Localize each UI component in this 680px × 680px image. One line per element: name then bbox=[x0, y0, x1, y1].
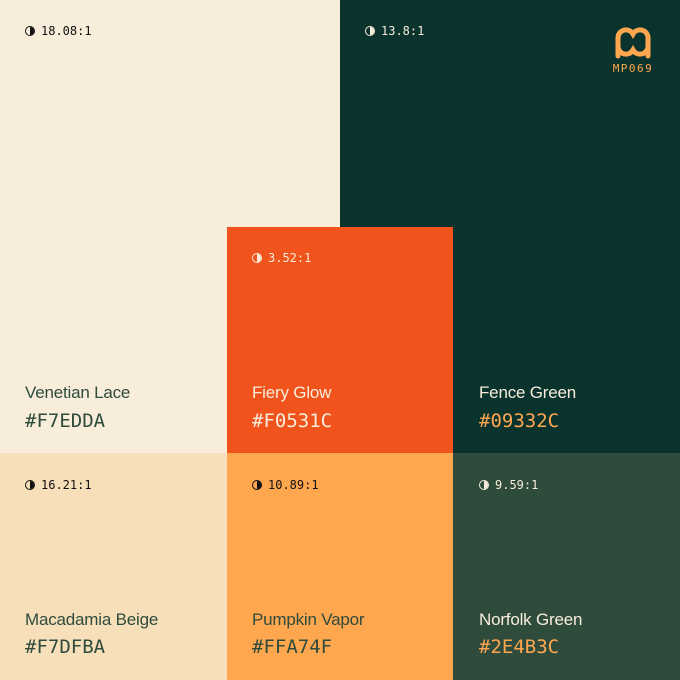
contrast-icon bbox=[252, 480, 262, 490]
contrast-icon bbox=[25, 480, 35, 490]
brand-logo: MP069 bbox=[610, 24, 656, 75]
contrast-ratio-macadamia-beige: 16.21:1 bbox=[25, 478, 92, 492]
contrast-ratio-fence-green: 13.8:1 bbox=[365, 24, 424, 38]
contrast-ratio-value: 13.8:1 bbox=[381, 24, 425, 38]
swatch-name-pumpkin-vapor: Pumpkin Vapor bbox=[252, 610, 365, 629]
swatch-name-fiery-glow: Fiery Glow bbox=[252, 383, 332, 402]
swatch-hex-fence-green: #09332C bbox=[479, 410, 560, 432]
swatch-hex-pumpkin-vapor: #FFA74F bbox=[252, 636, 333, 658]
contrast-ratio-norfolk-green: 9.59:1 bbox=[479, 478, 538, 492]
contrast-icon bbox=[252, 253, 262, 263]
contrast-ratio-value: 9.59:1 bbox=[495, 478, 539, 492]
contrast-ratio-fiery-glow: 3.52:1 bbox=[252, 251, 311, 265]
swatch-name-venetian-lace: Venetian Lace bbox=[25, 383, 131, 402]
swatch-name-macadamia-beige: Macadamia Beige bbox=[25, 610, 159, 629]
mp-logo-icon bbox=[615, 27, 651, 59]
swatch-name-fence-green: Fence Green bbox=[479, 383, 577, 402]
swatch-hex-venetian-lace: #F7EDDA bbox=[25, 410, 106, 432]
contrast-ratio-value: 18.08:1 bbox=[41, 24, 92, 38]
swatch-hex-fiery-glow: #F0531C bbox=[252, 410, 333, 432]
contrast-icon bbox=[25, 26, 35, 36]
logo-text: MP069 bbox=[612, 62, 654, 75]
contrast-ratio-value: 3.52:1 bbox=[268, 251, 312, 265]
swatch-name-norfolk-green: Norfolk Green bbox=[479, 610, 583, 629]
contrast-icon bbox=[365, 26, 375, 36]
contrast-icon bbox=[479, 480, 489, 490]
contrast-ratio-venetian-lace: 18.08:1 bbox=[25, 24, 92, 38]
swatch-hex-norfolk-green: #2E4B3C bbox=[479, 636, 560, 658]
swatch-hex-macadamia-beige: #F7DFBA bbox=[25, 636, 106, 658]
contrast-ratio-value: 16.21:1 bbox=[41, 478, 92, 492]
contrast-ratio-value: 10.89:1 bbox=[268, 478, 319, 492]
contrast-ratio-pumpkin-vapor: 10.89:1 bbox=[252, 478, 319, 492]
